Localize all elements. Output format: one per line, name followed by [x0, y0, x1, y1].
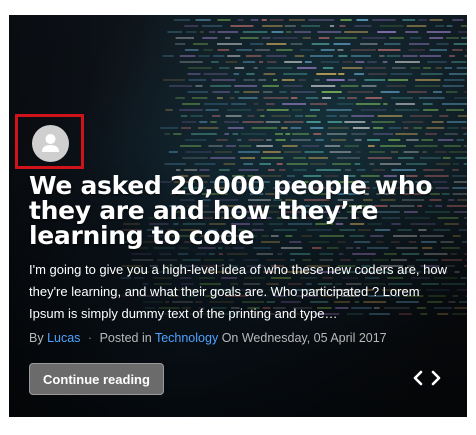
meta-separator: ·	[87, 331, 93, 345]
slider-navigation	[412, 369, 442, 387]
post-excerpt: I'm going to give you a high-level idea …	[29, 262, 448, 321]
post-meta: By Lucas · Posted in Technology On Wedne…	[29, 331, 449, 345]
author-link[interactable]: Lucas	[47, 331, 80, 345]
post-card: We asked 20,000 people who they are and …	[9, 15, 467, 417]
author-avatar[interactable]	[32, 125, 69, 162]
chevron-right-icon[interactable]	[430, 369, 442, 387]
post-title[interactable]: We asked 20,000 people who they are and …	[29, 173, 449, 248]
continue-reading-button[interactable]: Continue reading	[29, 363, 164, 395]
post-date: Wednesday, 05 April 2017	[241, 331, 387, 345]
category-link[interactable]: Technology	[155, 331, 218, 345]
meta-on-label: On	[221, 331, 239, 345]
chevron-left-icon[interactable]	[412, 369, 424, 387]
meta-posted-in-label: Posted in	[99, 331, 152, 345]
user-icon	[42, 134, 59, 152]
meta-by-label: By	[29, 331, 44, 345]
avatar-highlight	[15, 114, 84, 169]
